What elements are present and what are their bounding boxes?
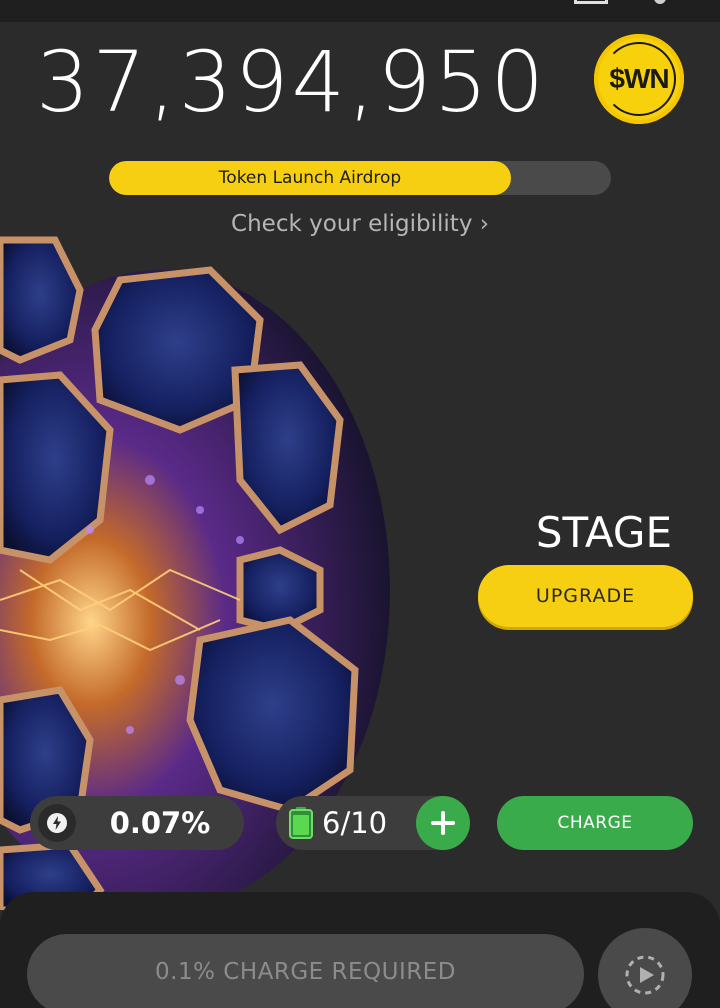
plus-icon	[431, 811, 455, 835]
coin-ring	[602, 42, 676, 116]
mining-rate-value: 0.07%	[109, 806, 211, 840]
token-balance: 37,394,950	[36, 33, 547, 131]
top-strip	[0, 0, 720, 22]
airdrop-label: Token Launch Airdrop	[218, 168, 402, 188]
mining-rate-pill: 0.07%	[30, 796, 244, 850]
stage-label: STAGE 38	[535, 508, 672, 611]
battery-value: 6/10	[322, 806, 388, 840]
lightning-bolt-icon	[38, 804, 76, 842]
charge-required-button[interactable]: 0.1% CHARGE REQUIRED	[27, 934, 584, 1008]
battery-icon	[289, 807, 313, 839]
add-battery-button[interactable]	[416, 796, 470, 850]
replay-icon	[625, 955, 665, 995]
status-icon	[574, 0, 608, 4]
charge-button[interactable]: CHARGE	[497, 796, 693, 850]
airdrop-progress-bar: Token Launch Airdrop	[109, 161, 611, 195]
upgrade-button[interactable]: UPGRADE	[478, 565, 693, 627]
wn-coin-icon: $WN	[594, 34, 684, 124]
